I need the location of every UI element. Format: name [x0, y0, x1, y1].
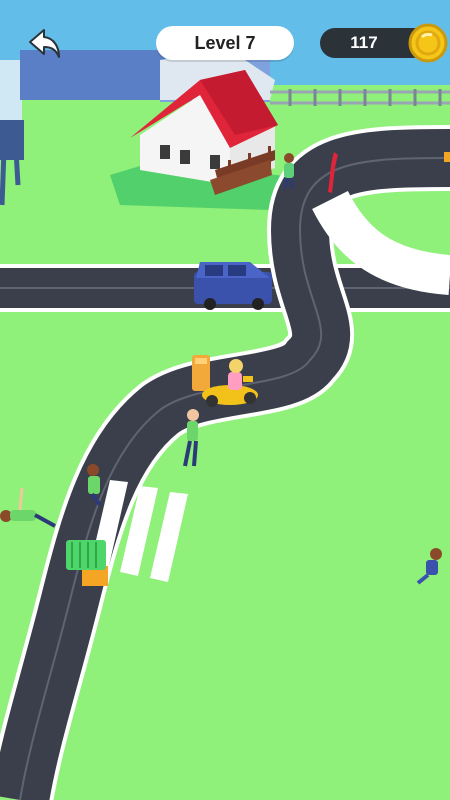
gold-coin-icon [408, 23, 448, 63]
level-indicator: Level 7 [156, 26, 294, 60]
game-scene [0, 0, 450, 800]
coin-count: 117 [350, 33, 378, 52]
orange-marker [444, 152, 450, 162]
back-arrow-icon [29, 29, 60, 58]
back-button[interactable] [24, 26, 64, 62]
level-label: Level 7 [194, 32, 256, 53]
